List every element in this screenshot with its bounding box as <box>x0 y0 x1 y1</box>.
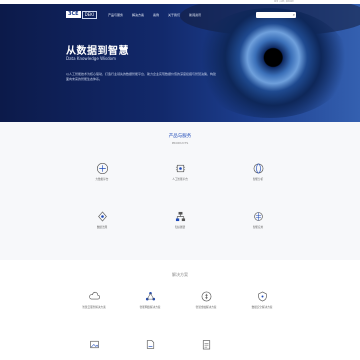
finance-icon <box>201 291 211 302</box>
solution-card[interactable]: 数据安全解决方案 <box>232 290 292 320</box>
logo-badge: 3CE <box>66 11 81 18</box>
eye-image <box>190 8 350 118</box>
solutions-section: 解决方案 智慧云服务解决方案 智能网络解决方案 智慧金融解决方案 数据安全解决方… <box>0 260 360 360</box>
solution-card[interactable] <box>120 338 180 360</box>
product-label: 人工智能平台 <box>172 178 188 181</box>
product-card[interactable]: 大数据平台 <box>72 162 132 192</box>
hero-description: 以人工智能技术为核心驱动，打造行业领先的数据智能平台，助力企业实现数据价值的深度… <box>66 72 217 81</box>
main-nav: 3CE DEKI 产品与服务 解决方案 案例 关于我们 新闻资讯 ⌕ <box>0 4 360 20</box>
data-flow-icon <box>97 211 107 222</box>
product-card[interactable]: 知识图谱 <box>150 210 210 240</box>
product-card[interactable]: 人工智能平台 <box>150 162 210 192</box>
product-card[interactable]: 智能分析 <box>228 162 288 192</box>
clipboard-icon <box>202 340 210 350</box>
network-icon <box>145 291 155 301</box>
product-card[interactable]: 数据治理 <box>72 210 132 240</box>
nav-item-products[interactable]: 产品与服务 <box>108 13 123 17</box>
nav-item-cases[interactable]: 案例 <box>153 13 159 17</box>
nav-item-news[interactable]: 新闻资讯 <box>189 13 201 17</box>
solution-label: 智慧云服务解决方案 <box>82 306 106 309</box>
product-label: 智能应用 <box>252 226 264 229</box>
solution-label: 智慧金融解决方案 <box>195 306 217 309</box>
hero-subtitle: Data Knowledge Wisdom <box>66 56 117 61</box>
hero-title: 从数据到智慧 <box>66 46 129 57</box>
document-edit-icon <box>146 340 154 349</box>
solution-label: 数据安全解决方案 <box>251 306 273 309</box>
security-icon <box>257 291 267 302</box>
search-icon[interactable]: ⌕ <box>293 12 295 18</box>
solution-card[interactable] <box>176 338 236 360</box>
ai-chip-icon <box>175 164 185 173</box>
product-card[interactable]: 智能应用 <box>228 210 288 240</box>
nav-items: 产品与服务 解决方案 案例 关于我们 新闻资讯 <box>108 13 201 17</box>
globe-icon <box>253 163 263 174</box>
solution-card[interactable]: 智慧云服务解决方案 <box>64 290 124 320</box>
image-icon <box>89 340 99 349</box>
products-section: 产品与服务 PRODUCTS 大数据平台 人工智能平台 智能分析 数据治理 知识… <box>0 122 360 260</box>
database-icon <box>96 162 108 175</box>
org-chart-icon <box>175 211 185 222</box>
solution-label: 智能网络解决方案 <box>139 306 161 309</box>
solution-card[interactable]: 智慧金融解决方案 <box>176 290 236 320</box>
products-title: 产品与服务 <box>168 134 192 139</box>
product-label: 数据治理 <box>96 226 108 229</box>
search-input[interactable]: ⌕ <box>256 12 296 18</box>
solutions-title: 解决方案 <box>172 272 188 277</box>
nav-item-solutions[interactable]: 解决方案 <box>132 13 144 17</box>
brain-icon <box>253 212 263 221</box>
nav-item-about[interactable]: 关于我们 <box>168 13 180 17</box>
solution-card[interactable]: 智能网络解决方案 <box>120 290 180 320</box>
solution-card[interactable] <box>64 338 124 360</box>
product-label: 知识图谱 <box>174 226 186 229</box>
logo[interactable]: 3CE DEKI <box>66 10 97 19</box>
products-subtitle: PRODUCTS <box>171 141 189 145</box>
product-label: 大数据平台 <box>95 178 109 181</box>
top-links[interactable]: 登录 | 注册 | 联系我们 <box>274 0 294 3</box>
product-label: 智能分析 <box>252 178 264 181</box>
logo-text: DEKI <box>81 10 97 19</box>
cloud-icon <box>88 291 100 300</box>
hero-banner <box>0 4 360 122</box>
